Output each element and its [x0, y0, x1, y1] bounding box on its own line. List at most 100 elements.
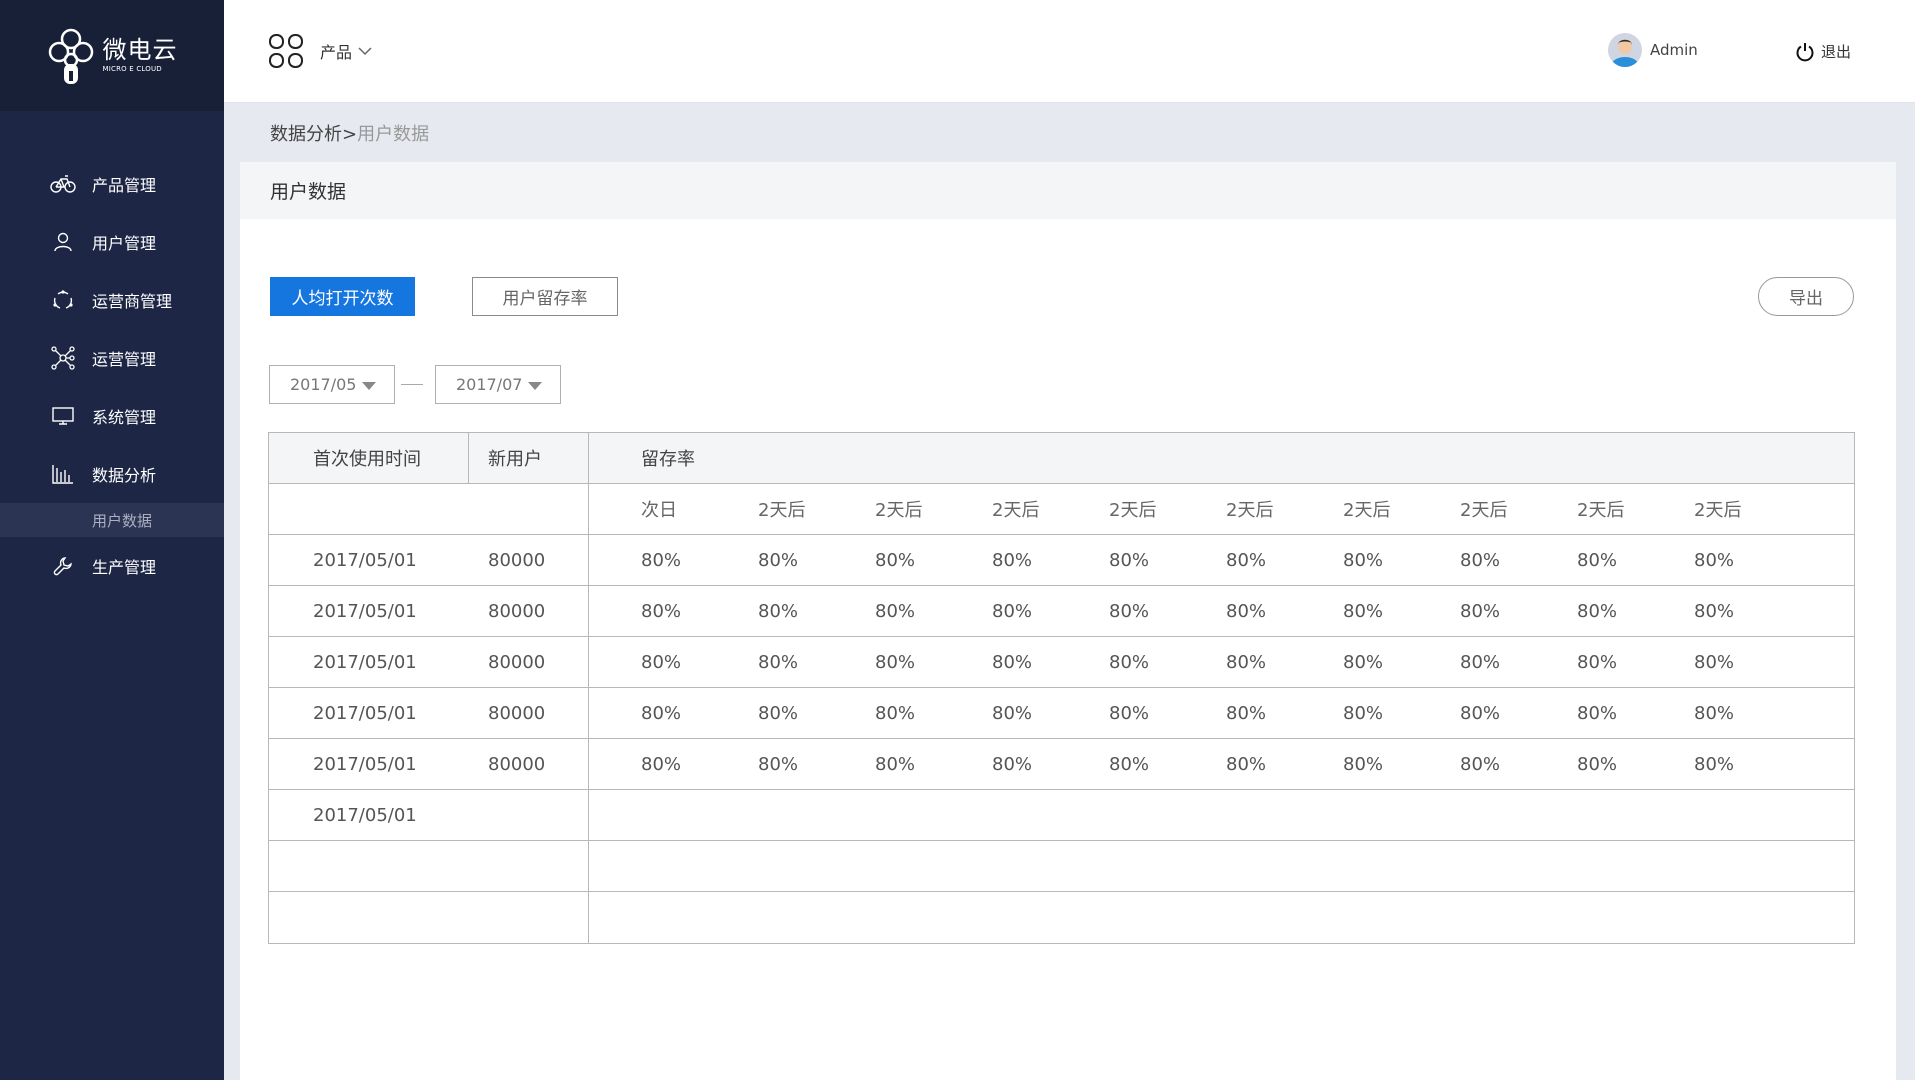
- cell-new-users: 80000: [488, 651, 546, 673]
- cell-retention-group: 80% 80% 80% 80% 80% 80% 80% 80% 80% 80%: [588, 586, 1854, 636]
- cell-new-users: 80000: [488, 702, 546, 724]
- sidebar-subitem-user-data[interactable]: 用户数据: [0, 503, 224, 537]
- user-menu[interactable]: Admin: [1608, 33, 1698, 67]
- cell-new-users: 80000: [488, 753, 546, 775]
- cell-new-users: [469, 790, 588, 840]
- date-range-separator: [401, 384, 423, 385]
- chevron-down-icon: [358, 46, 372, 55]
- network-icon: [50, 345, 76, 371]
- logo-mark-icon: [48, 28, 93, 84]
- subheader-blank: [269, 484, 588, 534]
- breadcrumb: 数据分析>用户数据: [270, 120, 429, 146]
- tab-retention-rate[interactable]: 用户留存率: [472, 277, 618, 316]
- cell-retention-rate: 80%: [758, 702, 799, 724]
- cell-retention-rate: 80%: [641, 549, 682, 571]
- cell-retention-rate: 80%: [1343, 600, 1384, 622]
- table-row: [269, 841, 1854, 892]
- cell-retention-rate: 80%: [1226, 702, 1267, 724]
- table-row: 2017/05/01 80000 80% 80% 80% 80% 80% 80% 80% 80% 8…: [269, 586, 1854, 637]
- top-header: 产品 Admin 退出: [224, 0, 1915, 103]
- sidebar-item-production[interactable]: 生产管理: [0, 537, 224, 595]
- date-to-value: 2017/07: [456, 375, 523, 394]
- logout-button[interactable]: 退出: [1795, 41, 1851, 62]
- subheader-day: 2天后: [1109, 500, 1157, 521]
- cell-retention-rate: 80%: [1460, 549, 1501, 571]
- subheader-day: 次日: [641, 500, 677, 521]
- sidebar-nav: 产品管理 用户管理 运营商管理 运营管理 系统管理 数据分析 用户数据 生产管理: [0, 155, 224, 595]
- date-to-select[interactable]: 2017/07: [435, 365, 561, 404]
- export-button[interactable]: 导出: [1758, 277, 1854, 316]
- cell-first-use: 2017/05/01: [313, 600, 417, 622]
- cell-retention-rate: 80%: [1577, 549, 1618, 571]
- sidebar-item-label: 数据分析: [92, 466, 157, 485]
- cell-retention-rate: 80%: [1226, 753, 1267, 775]
- cell-retention-rate: 80%: [1109, 651, 1150, 673]
- cell-retention-rate: 80%: [758, 651, 799, 673]
- subheader-day: 2天后: [992, 500, 1040, 521]
- subheader-day: 2天后: [1577, 500, 1625, 521]
- cell-retention-rate: 80%: [992, 600, 1033, 622]
- breadcrumb-current: 用户数据: [357, 124, 430, 145]
- cell-retention-group: 80% 80% 80% 80% 80% 80% 80% 80% 80% 80%: [588, 739, 1854, 789]
- subheader-day: 2天后: [1694, 500, 1742, 521]
- retention-table: 首次使用时间 新用户 留存率 次日 2天后 2天后 2天后 2天后 2天后 2天后 2天后 2天…: [268, 432, 1855, 944]
- sidebar-item-operators[interactable]: 运营商管理: [0, 271, 224, 329]
- date-from-select[interactable]: 2017/05: [269, 365, 395, 404]
- logo[interactable]: 微电云 MICRO E CLOUD: [0, 0, 224, 111]
- sidebar-item-system[interactable]: 系统管理: [0, 387, 224, 445]
- cell-retention-rate: 80%: [992, 702, 1033, 724]
- product-label: 产品: [320, 43, 353, 62]
- cell-new-users: 80000: [488, 600, 546, 622]
- table-row: [269, 892, 1854, 943]
- table-row: 2017/05/01 80000 80% 80% 80% 80% 80% 80% 80% 80% 8…: [269, 637, 1854, 688]
- sidebar-item-label: 用户管理: [92, 234, 157, 253]
- product-switcher[interactable]: 产品: [268, 33, 372, 69]
- breadcrumb-parent[interactable]: 数据分析>: [270, 124, 357, 145]
- cell-retention-rate: 80%: [1226, 651, 1267, 673]
- cell-retention-rate: 80%: [1577, 651, 1618, 673]
- cell-retention-rate: 80%: [1109, 702, 1150, 724]
- cell-retention-rate: 80%: [1343, 651, 1384, 673]
- cell-retention-rate: 80%: [875, 549, 916, 571]
- cell-retention-group: [588, 790, 1854, 840]
- header-first-use: 首次使用时间: [269, 433, 469, 483]
- caret-down-icon: [362, 382, 376, 390]
- sidebar-item-operations[interactable]: 运营管理: [0, 329, 224, 387]
- sidebar-item-label: 运营管理: [92, 350, 157, 369]
- cell-retention-rate: 80%: [641, 651, 682, 673]
- cell-first-use: 2017/05/01: [313, 753, 417, 775]
- monitor-icon: [50, 403, 76, 429]
- cell-retention-rate: 80%: [992, 753, 1033, 775]
- sidebar-item-label: 产品管理: [92, 176, 157, 195]
- logout-label: 退出: [1821, 43, 1852, 61]
- cell-retention-rate: 80%: [1109, 549, 1150, 571]
- cell-retention-rate: 80%: [1694, 702, 1735, 724]
- cell-retention-group: [588, 892, 1854, 943]
- wrench-icon: [50, 553, 76, 579]
- sidebar-item-label: 用户数据: [92, 511, 153, 530]
- cell-first-use: [269, 892, 469, 943]
- bar-chart-icon: [50, 461, 76, 487]
- cell-first-use: 2017/05/01: [313, 804, 417, 826]
- subheader-day: 2天后: [1460, 500, 1508, 521]
- tab-avg-opens[interactable]: 人均打开次数: [270, 277, 415, 316]
- table-subheader-row: 次日 2天后 2天后 2天后 2天后 2天后 2天后 2天后 2天后 2天后: [269, 484, 1854, 535]
- date-from-value: 2017/05: [290, 375, 357, 394]
- cell-retention-rate: 80%: [1460, 600, 1501, 622]
- sidebar-item-data-analysis[interactable]: 数据分析: [0, 445, 224, 503]
- cell-retention-rate: 80%: [992, 651, 1033, 673]
- cell-retention-rate: 80%: [1109, 753, 1150, 775]
- cell-retention-rate: 80%: [1226, 600, 1267, 622]
- sidebar-item-users[interactable]: 用户管理: [0, 213, 224, 271]
- cell-new-users: [469, 841, 588, 891]
- cell-retention-rate: 80%: [1694, 651, 1735, 673]
- subheader-days: 次日 2天后 2天后 2天后 2天后 2天后 2天后 2天后 2天后 2天后: [588, 484, 1854, 534]
- cell-retention-rate: 80%: [641, 600, 682, 622]
- header-new-users: 新用户: [488, 449, 542, 470]
- header-retention-label: 留存率: [641, 449, 695, 470]
- cell-retention-rate: 80%: [875, 702, 916, 724]
- cell-retention-rate: 80%: [1694, 600, 1735, 622]
- sidebar-item-product[interactable]: 产品管理: [0, 155, 224, 213]
- table-row: 2017/05/01: [269, 790, 1854, 841]
- subheader-day: 2天后: [1226, 500, 1274, 521]
